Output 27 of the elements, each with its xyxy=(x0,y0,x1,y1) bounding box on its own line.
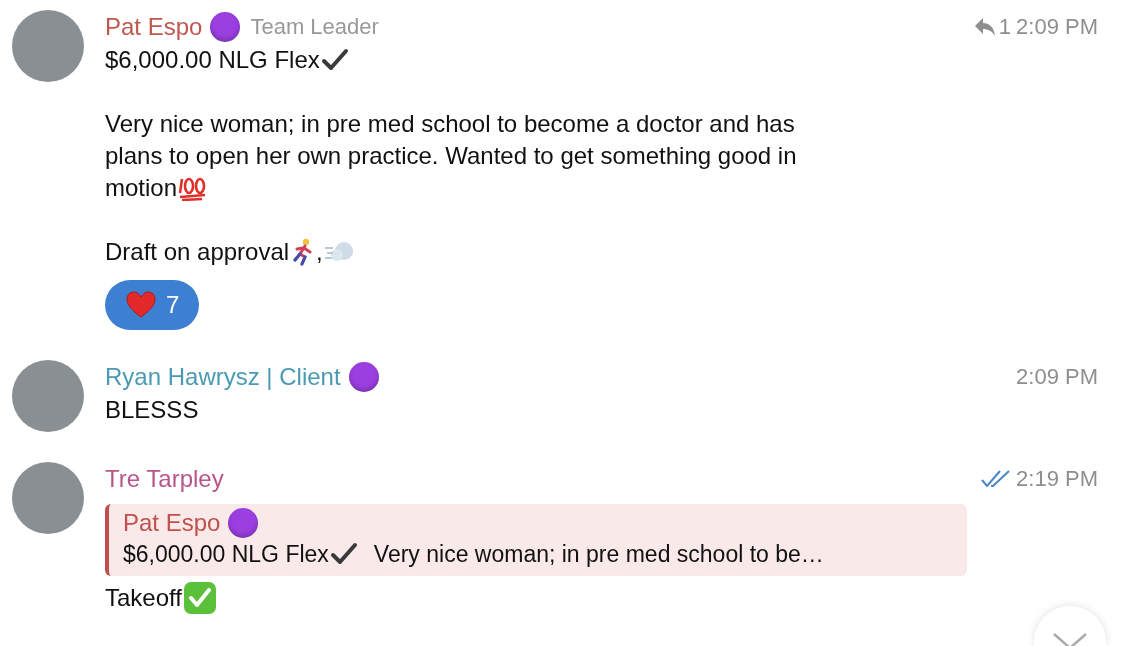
message-text: motion xyxy=(105,173,178,203)
message-text: $6,000.00 NLG Flex xyxy=(105,45,320,75)
message-text: BLESSS xyxy=(105,395,199,425)
message-text: Very nice woman; in pre med school to be… xyxy=(373,540,824,569)
scroll-down-button[interactable] xyxy=(1034,606,1106,646)
author-name[interactable]: Tre Tarpley xyxy=(105,465,224,493)
message-text: Draft on approval xyxy=(105,237,290,267)
message-text: Very nice woman; in pre med school to become a doctor and has xyxy=(105,109,795,139)
message-text: Takeoff xyxy=(105,583,182,613)
check-mark-icon xyxy=(329,542,358,566)
author-name[interactable]: Pat Espo xyxy=(105,13,203,41)
message-text: plans to open her own practice. Wanted to get something good in xyxy=(105,141,797,171)
message-text: , xyxy=(316,237,323,267)
role-label: Team Leader xyxy=(250,14,379,40)
heart-icon xyxy=(126,291,156,319)
timestamp: 2:09 PM xyxy=(1016,14,1098,40)
reply-icon xyxy=(973,17,996,37)
check-mark-icon xyxy=(320,48,349,72)
timestamp: 2:19 PM xyxy=(1016,466,1098,492)
reply-count: 1 xyxy=(998,14,1012,40)
message-text: $6,000.00 NLG Flex xyxy=(123,540,329,569)
reply-quote[interactable]: Pat Espo $6,000.00 NLG Flex Very nice woman; in pre med school to be… xyxy=(105,504,967,576)
reaction-button[interactable]: 7 xyxy=(105,280,200,330)
author-name[interactable]: Ryan Hawrysz | Client xyxy=(105,363,341,391)
quoted-author: Pat Espo xyxy=(123,509,221,537)
check-box-icon xyxy=(182,581,217,615)
timestamp: 2:09 PM xyxy=(1016,364,1098,390)
